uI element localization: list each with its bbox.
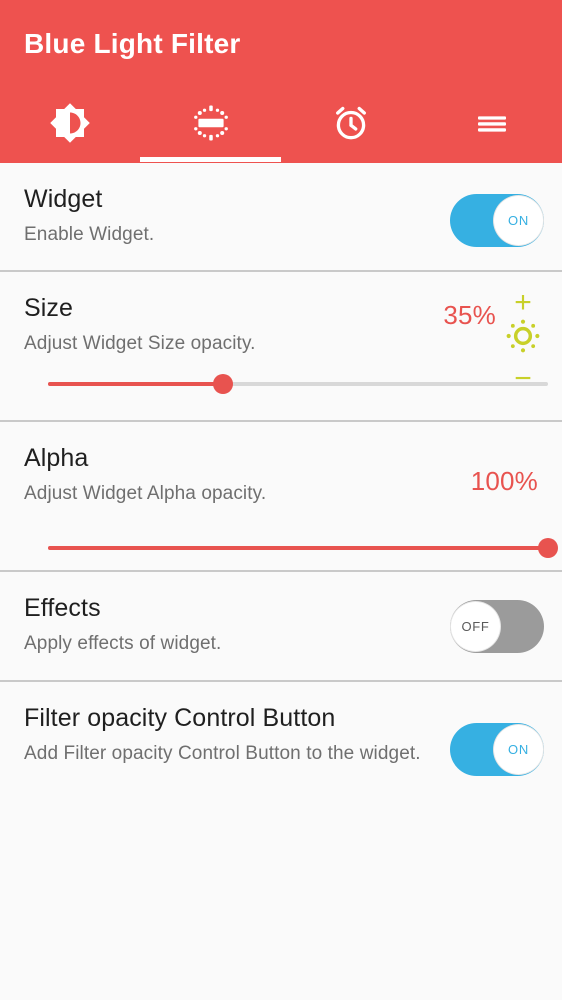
row-text: Widget Enable Widget. [24, 185, 424, 247]
app-header: Blue Light Filter [0, 0, 562, 163]
setting-row-filter-opacity-control-button[interactable]: Filter opacity Control Button Add Filter… [0, 682, 562, 817]
row-text: Size Adjust Widget Size opacity. [24, 294, 424, 356]
toggle-knob: ON [493, 724, 544, 775]
row-subtitle: Adjust Widget Alpha opacity. [24, 482, 267, 504]
alpha-value-label: 100% [470, 466, 538, 496]
alpha-slider[interactable] [48, 537, 558, 558]
tab-widget[interactable] [141, 92, 282, 163]
app-screen: Blue Light Filter Widget Enable Widget. … [0, 0, 562, 1000]
hamburger-menu-icon [471, 102, 513, 144]
row-subtitle: Adjust Widget Size opacity. [24, 332, 256, 354]
row-text: Filter opacity Control Button Add Filter… [24, 704, 434, 766]
tab-bar [0, 92, 562, 163]
settings-list: Widget Enable Widget. ON Size Adjust Wid… [0, 163, 562, 817]
slider-track-fill [48, 545, 548, 550]
row-text: Effects Apply effects of widget. [24, 594, 424, 656]
brightness-contrast-icon [49, 102, 91, 144]
row-title: Filter opacity Control Button [24, 704, 336, 732]
row-title: Effects [24, 594, 101, 622]
setting-row-widget[interactable]: Widget Enable Widget. ON [0, 163, 562, 272]
row-subtitle: Apply effects of widget. [24, 632, 222, 654]
toggle-knob: OFF [450, 601, 501, 652]
size-value-label: 35% [443, 300, 496, 330]
brightness-plus-button[interactable]: + [500, 288, 546, 318]
row-title: Alpha [24, 444, 89, 472]
slider-thumb[interactable] [213, 373, 233, 394]
row-subtitle: Enable Widget. [24, 223, 155, 245]
effects-toggle[interactable]: OFF [450, 600, 544, 653]
row-subtitle: Add Filter opacity Control Button to the… [24, 742, 421, 764]
settings-brightness-widget-icon [190, 102, 232, 144]
widget-toggle[interactable]: ON [450, 194, 544, 247]
page-title: Blue Light Filter [24, 28, 241, 59]
row-text: Alpha Adjust Widget Alpha opacity. [24, 444, 424, 506]
tab-timer[interactable] [281, 92, 422, 163]
active-tab-indicator [140, 157, 281, 162]
slider-thumb[interactable] [538, 537, 558, 558]
sun-brightness-icon[interactable] [503, 316, 543, 361]
alarm-clock-icon [330, 102, 372, 144]
tab-brightness[interactable] [0, 92, 141, 163]
setting-row-effects[interactable]: Effects Apply effects of widget. OFF [0, 572, 562, 682]
toggle-knob: ON [493, 195, 544, 246]
slider-track-fill [48, 381, 223, 386]
row-title: Size [24, 294, 74, 322]
setting-row-alpha[interactable]: Alpha Adjust Widget Alpha opacity. 100% [0, 422, 562, 572]
tab-menu[interactable] [422, 92, 562, 163]
size-slider[interactable] [48, 373, 548, 394]
row-title: Widget [24, 185, 103, 213]
setting-row-size[interactable]: Size Adjust Widget Size opacity. 35% + − [0, 272, 562, 422]
filter-opacity-control-button-toggle[interactable]: ON [450, 723, 544, 776]
